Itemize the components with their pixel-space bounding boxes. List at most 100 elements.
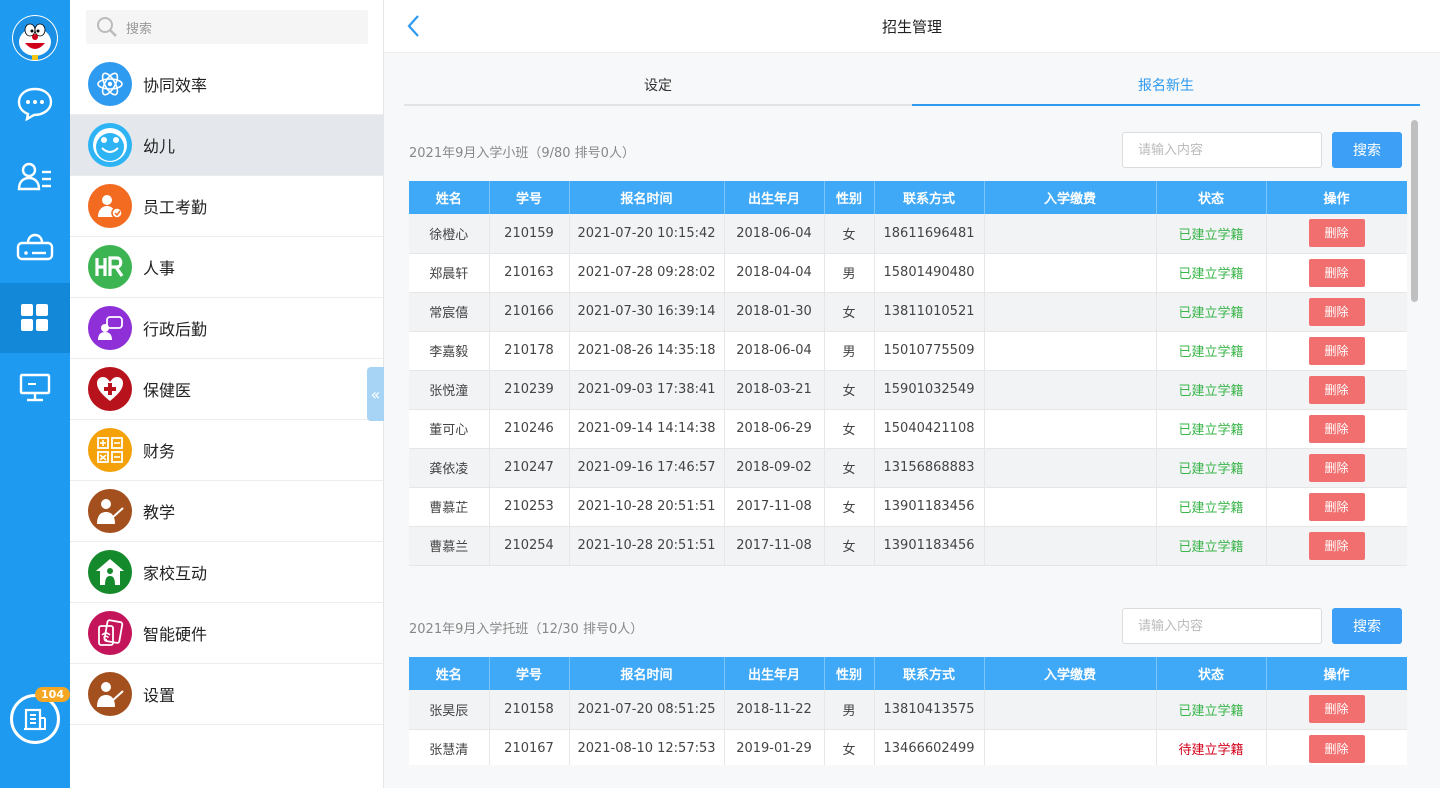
table-row: 曹慕芷 210253 2021-10-28 20:51:51 2017-11-08 女 1… bbox=[409, 487, 1407, 527]
cell-action: 删除 bbox=[1266, 690, 1407, 730]
menu-item-label: 财务 bbox=[143, 442, 176, 461]
table-row: 曹慕兰 210254 2021-10-28 20:51:51 2017-11-08 女 1… bbox=[409, 526, 1407, 566]
cell-action: 删除 bbox=[1266, 292, 1407, 332]
menu-item-admin-logistics[interactable]: 行政后勤 bbox=[70, 298, 384, 359]
col-header-status: 状态 bbox=[1156, 181, 1267, 214]
menu-search-box[interactable]: 搜索 bbox=[86, 10, 368, 44]
cell-register-time: 2021-07-20 10:15:42 bbox=[569, 214, 725, 254]
cell-birth-date: 2017-11-08 bbox=[724, 487, 825, 527]
cell-enrollment-fee bbox=[984, 729, 1157, 765]
delete-button[interactable]: 删除 bbox=[1308, 695, 1365, 724]
cell-action: 删除 bbox=[1266, 448, 1407, 488]
cell-phone: 15040421108 bbox=[874, 409, 985, 449]
cell-enrollment-fee bbox=[984, 370, 1157, 410]
cell-register-time: 2021-07-20 08:51:25 bbox=[569, 690, 725, 730]
rail-contacts-button[interactable] bbox=[0, 141, 70, 211]
cell-enrollment-fee bbox=[984, 409, 1157, 449]
cell-birth-date: 2018-11-22 bbox=[724, 690, 825, 730]
cell-name: 曹慕芷 bbox=[409, 487, 490, 527]
delete-button[interactable]: 删除 bbox=[1308, 219, 1365, 248]
cell-name: 张悦潼 bbox=[409, 370, 490, 410]
cell-birth-date: 2018-01-30 bbox=[724, 292, 825, 332]
cell-birth-date: 2019-01-29 bbox=[724, 729, 825, 765]
cell-birth-date: 2018-06-04 bbox=[724, 331, 825, 371]
table-body: 徐橙心 210159 2021-07-20 10:15:42 2018-06-04 女 1… bbox=[409, 214, 1407, 566]
finance-icon bbox=[88, 428, 132, 472]
tab-settings[interactable]: 设定 bbox=[404, 70, 912, 104]
menu-item-hr[interactable]: 人事 bbox=[70, 237, 384, 298]
search-button[interactable]: 搜索 bbox=[1332, 608, 1402, 644]
tab-new-registrations[interactable]: 报名新生 bbox=[912, 70, 1420, 106]
table-row: 李嘉毅 210178 2021-08-26 14:35:18 2018-06-04 男 1… bbox=[409, 331, 1407, 371]
menu-item-settings[interactable]: 设置 bbox=[70, 664, 384, 725]
delete-button[interactable]: 删除 bbox=[1308, 375, 1365, 404]
user-avatar[interactable] bbox=[12, 15, 58, 61]
cell-phone: 13901183456 bbox=[874, 526, 985, 566]
menu-item-label: 教学 bbox=[143, 503, 176, 522]
menu-item-label: 行政后勤 bbox=[143, 320, 208, 339]
cell-action: 删除 bbox=[1266, 526, 1407, 566]
cell-action: 删除 bbox=[1266, 409, 1407, 449]
delete-button[interactable]: 删除 bbox=[1308, 297, 1365, 326]
rail-desktop-button[interactable] bbox=[0, 353, 70, 423]
delete-button[interactable]: 删除 bbox=[1308, 258, 1365, 287]
vertical-scrollbar[interactable] bbox=[1411, 120, 1418, 302]
cell-action: 删除 bbox=[1266, 214, 1407, 254]
menu-item-collaboration[interactable]: 协同效率 bbox=[70, 54, 384, 115]
rail-apps-button[interactable] bbox=[0, 283, 70, 353]
search-button[interactable]: 搜索 bbox=[1332, 132, 1402, 168]
delete-button[interactable]: 删除 bbox=[1308, 336, 1365, 365]
cell-status: 已建立学籍 bbox=[1156, 370, 1267, 410]
cell-status: 已建立学籍 bbox=[1156, 292, 1267, 332]
menu-item-home-school[interactable]: 家校互动 bbox=[70, 542, 384, 603]
search-input[interactable] bbox=[1122, 132, 1322, 168]
cell-register-time: 2021-07-28 09:28:02 bbox=[569, 253, 725, 293]
menu-item-staff-attendance[interactable]: 员工考勤 bbox=[70, 176, 384, 237]
delete-button[interactable]: 删除 bbox=[1308, 734, 1365, 763]
menu-item-teaching[interactable]: 教学 bbox=[70, 481, 384, 542]
cell-action: 删除 bbox=[1266, 370, 1407, 410]
cell-gender: 男 bbox=[824, 331, 875, 371]
cell-register-time: 2021-10-28 20:51:51 bbox=[569, 526, 725, 566]
cell-action: 删除 bbox=[1266, 487, 1407, 527]
apps-grid-icon bbox=[21, 304, 48, 331]
delete-button[interactable]: 删除 bbox=[1308, 453, 1365, 482]
smiley-face-icon bbox=[88, 123, 132, 167]
col-header-birth: 出生年月 bbox=[724, 181, 825, 214]
delete-button[interactable]: 删除 bbox=[1308, 414, 1365, 443]
collapse-panel-button[interactable]: « bbox=[367, 367, 384, 421]
monitor-icon bbox=[19, 373, 51, 402]
menu-item-finance[interactable]: 财务 bbox=[70, 420, 384, 481]
cell-phone: 13901183456 bbox=[874, 487, 985, 527]
home-school-icon bbox=[88, 550, 132, 594]
col-header-action: 操作 bbox=[1266, 181, 1407, 214]
menu-item-label: 协同效率 bbox=[143, 76, 208, 95]
cell-phone: 15901032549 bbox=[874, 370, 985, 410]
cell-enrollment-fee bbox=[984, 487, 1157, 527]
settings-person-icon bbox=[88, 672, 132, 716]
col-header-gender: 性别 bbox=[824, 181, 875, 214]
search-input[interactable] bbox=[1122, 608, 1322, 644]
menu-item-children[interactable]: 幼儿 bbox=[70, 115, 384, 176]
staff-attendance-icon bbox=[88, 184, 132, 228]
cell-status: 已建立学籍 bbox=[1156, 214, 1267, 254]
delete-button[interactable]: 删除 bbox=[1308, 531, 1365, 560]
table-row: 常宸僖 210166 2021-07-30 16:39:14 2018-01-30 女 1… bbox=[409, 292, 1407, 332]
cell-gender: 女 bbox=[824, 214, 875, 254]
cell-gender: 女 bbox=[824, 526, 875, 566]
cell-status: 待建立学籍 bbox=[1156, 729, 1267, 765]
rail-cloud-drive-button[interactable] bbox=[0, 212, 70, 282]
rail-notifications-button[interactable]: 104 bbox=[10, 687, 70, 744]
col-header-phone: 联系方式 bbox=[874, 657, 985, 690]
main-content: 招生管理 设定 报名新生 2021年9月入学小班（9/80 排号0人） 搜索 姓… bbox=[384, 0, 1440, 788]
table-row: 张昊辰 210158 2021-07-20 08:51:25 2018-11-22 男 1… bbox=[409, 690, 1407, 730]
cell-gender: 男 bbox=[824, 253, 875, 293]
cell-name: 龚依凌 bbox=[409, 448, 490, 488]
menu-item-health[interactable]: 保健医 bbox=[70, 359, 384, 420]
cell-gender: 女 bbox=[824, 292, 875, 332]
cell-phone: 13810413575 bbox=[874, 690, 985, 730]
contacts-icon bbox=[17, 162, 51, 191]
delete-button[interactable]: 删除 bbox=[1308, 492, 1365, 521]
menu-item-smart-hardware[interactable]: 智能硬件 bbox=[70, 603, 384, 664]
rail-messages-button[interactable] bbox=[0, 69, 70, 139]
